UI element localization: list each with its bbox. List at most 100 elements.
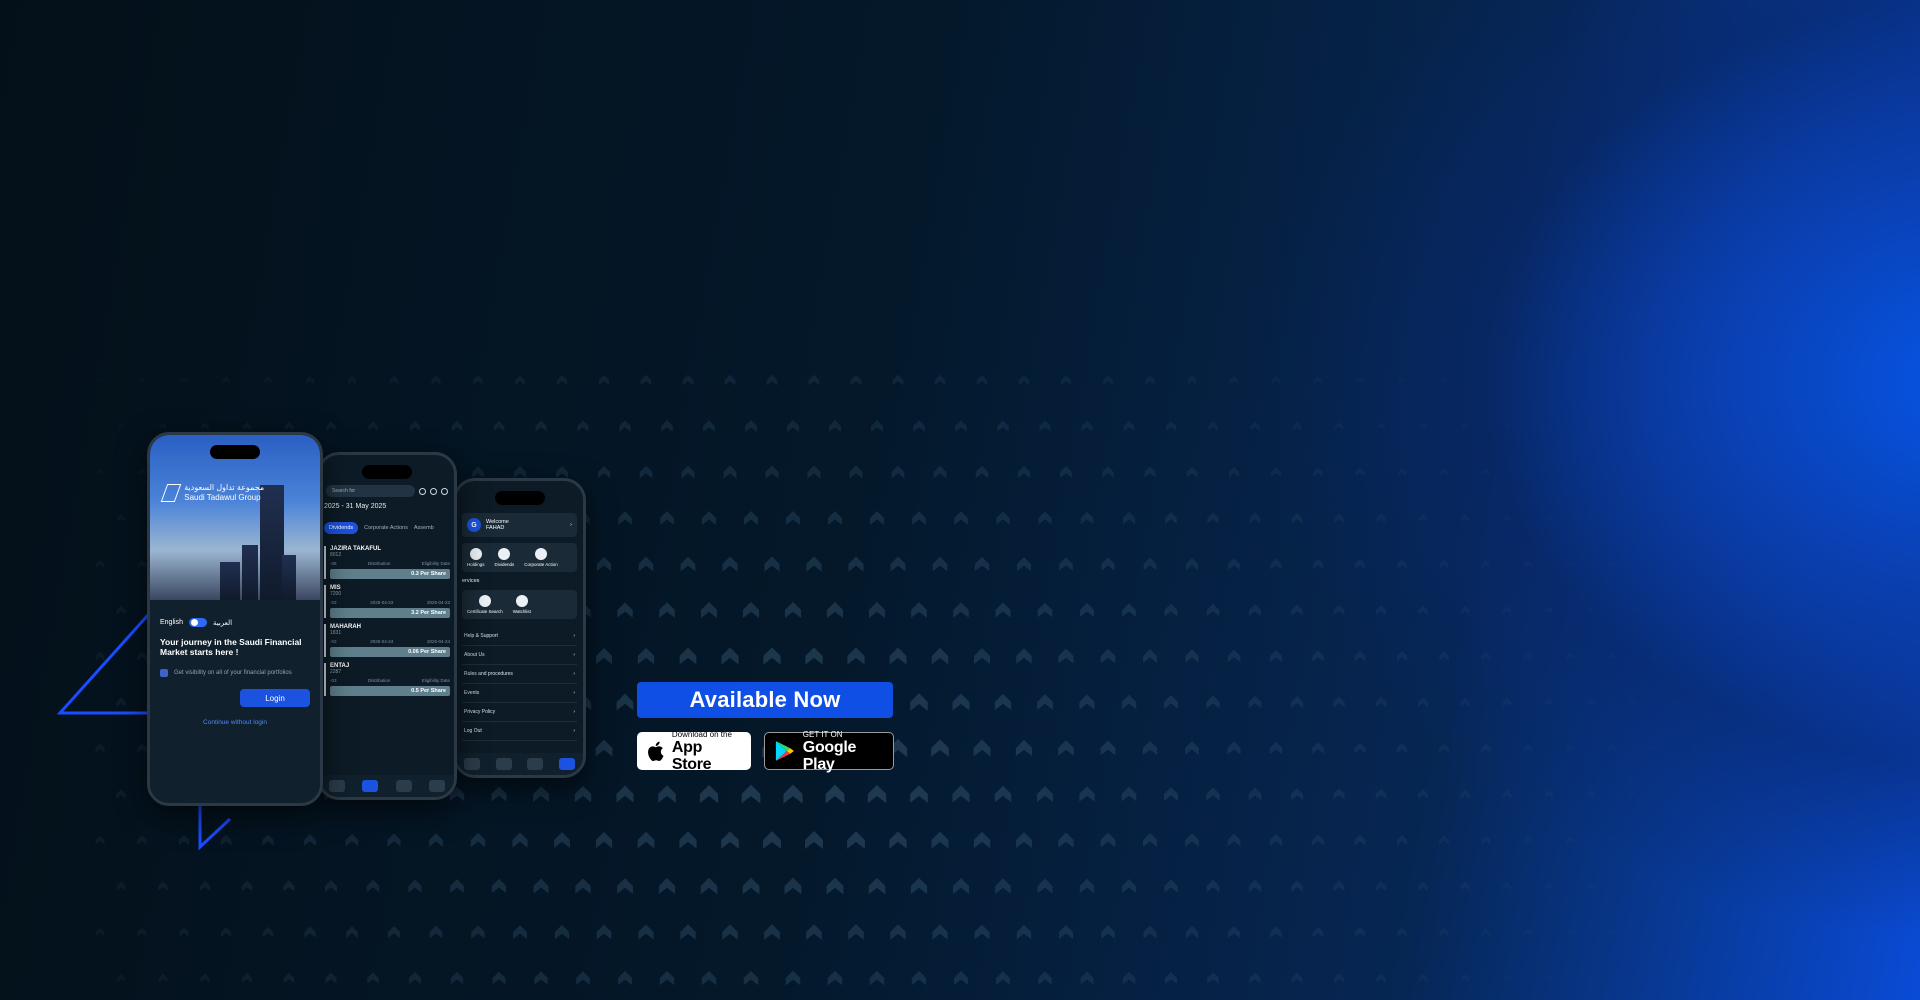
- nav-market-icon[interactable]: [463, 758, 480, 770]
- google-play-button[interactable]: GET IT ON Google Play: [764, 730, 894, 773]
- quick-corporate-action[interactable]: Corporate Action: [524, 548, 558, 567]
- menu-item-help[interactable]: Help & Support ›: [462, 627, 577, 646]
- quick-holdings[interactable]: Holdings: [467, 548, 485, 567]
- pattern-chevron: [1481, 651, 1491, 661]
- pattern-chevron: [1523, 651, 1533, 661]
- pattern-chevron: [701, 602, 717, 618]
- pattern-chevron: [931, 831, 949, 849]
- dividend-card[interactable]: JAZIRA TAKAFUL 8012 -08 Distribution Eligi…: [324, 546, 450, 579]
- pattern-chevron: [387, 925, 401, 939]
- pattern-chevron: [1186, 466, 1198, 478]
- nav-calendar-icon[interactable]: [495, 758, 512, 770]
- menu-item-rules[interactable]: Rules and procedures ›: [462, 665, 577, 684]
- dividend-card[interactable]: MIS 7200 -03 2025-04-23 2025-04-23 3.2 Per…: [324, 585, 450, 618]
- pattern-chevron: [199, 880, 211, 892]
- nav-more-icon[interactable]: [429, 780, 446, 792]
- continue-without-login-link[interactable]: Continue without login: [160, 719, 310, 726]
- login-button[interactable]: Login: [240, 689, 310, 707]
- pattern-chevron: [996, 511, 1010, 525]
- welcome-card[interactable]: G Welcome FAHAD ›: [462, 513, 577, 537]
- pattern-chevron: [891, 465, 905, 479]
- star-icon[interactable]: [430, 487, 437, 495]
- tab-assemblies[interactable]: Assemb: [414, 525, 434, 531]
- menu-item-privacy[interactable]: Privacy Policy ›: [462, 703, 577, 722]
- bell-icon[interactable]: [441, 487, 448, 495]
- pattern-chevron: [1058, 648, 1074, 664]
- pattern-chevron: [470, 832, 486, 848]
- app-store-button[interactable]: Download on the App Store: [637, 730, 751, 773]
- profile-icon[interactable]: [419, 487, 426, 495]
- pattern-chevron: [1524, 928, 1532, 936]
- pattern-chevron: [450, 879, 464, 893]
- service-certificate-search[interactable]: Certificate Search: [467, 595, 503, 614]
- nav-market-icon[interactable]: [328, 780, 345, 792]
- pattern-chevron: [201, 422, 209, 430]
- pattern-chevron: [722, 924, 738, 940]
- pattern-chevron: [785, 970, 801, 986]
- language-toggle[interactable]: [188, 618, 207, 627]
- pattern-chevron: [1143, 649, 1157, 663]
- pattern-chevron: [408, 879, 422, 893]
- signup-link[interactable]: [160, 695, 162, 702]
- pattern-chevron: [1248, 787, 1262, 801]
- pattern-chevron: [264, 376, 272, 384]
- pattern-chevron: [1059, 557, 1073, 571]
- pattern-chevron: [1058, 924, 1074, 940]
- pattern-chevron: [1142, 740, 1158, 756]
- card-code: 2287: [330, 669, 342, 675]
- pattern-chevron: [138, 376, 146, 384]
- pattern-chevron: [1523, 835, 1533, 845]
- nav-more-icon[interactable]: [559, 758, 576, 770]
- menu-item-events[interactable]: Events ›: [462, 684, 577, 703]
- pattern-chevron: [660, 511, 674, 525]
- pattern-chevron: [1481, 835, 1491, 845]
- pattern-chevron: [1608, 652, 1616, 660]
- tab-corporate-actions[interactable]: Corporate Actions: [364, 525, 408, 531]
- pattern-chevron: [116, 881, 126, 891]
- pattern-chevron: [1079, 786, 1095, 802]
- pattern-chevron: [722, 556, 738, 572]
- date-range[interactable]: 2025 - 31 May 2025: [320, 497, 454, 516]
- pattern-chevron: [996, 971, 1010, 985]
- pattern-chevron: [1143, 557, 1157, 571]
- pattern-chevron: [1524, 560, 1532, 568]
- nav-calendar-icon[interactable]: [362, 780, 379, 792]
- dividend-card[interactable]: ENTAJ 2287 -03 Distribution Eligibility Da…: [324, 663, 450, 696]
- pattern-chevron: [159, 422, 167, 430]
- dividend-card[interactable]: MAHARAH 1831 -03 2025-04-24 2025-04-24 0.0…: [324, 624, 450, 657]
- pattern-chevron: [1587, 606, 1595, 614]
- pattern-chevron: [1016, 924, 1032, 940]
- pattern-chevron: [1630, 975, 1636, 981]
- pattern-chevron: [1608, 928, 1616, 936]
- nav-news-icon[interactable]: [395, 780, 412, 792]
- pattern-chevron: [1355, 467, 1365, 477]
- pattern-chevron: [1101, 557, 1115, 571]
- pattern-chevron: [347, 375, 357, 385]
- pattern-chevron: [1228, 926, 1240, 938]
- quick-label: Dividends: [494, 562, 515, 567]
- pattern-chevron: [616, 785, 634, 803]
- pattern-chevron: [1396, 834, 1408, 846]
- pattern-chevron: [994, 785, 1012, 803]
- quick-dividends[interactable]: Dividends: [494, 548, 515, 567]
- pattern-chevron: [932, 556, 948, 572]
- language-switch[interactable]: English العربية: [160, 618, 310, 627]
- service-watchlist[interactable]: Watchlist: [513, 595, 531, 614]
- tab-dividends[interactable]: Dividends: [324, 522, 359, 534]
- pattern-chevron: [617, 602, 633, 618]
- pattern-chevron: [1061, 375, 1071, 385]
- pattern-chevron: [1650, 836, 1658, 844]
- search-input[interactable]: Search for: [326, 485, 415, 497]
- pattern-chevron: [953, 878, 969, 894]
- menu-item-logout[interactable]: Log Out ›: [462, 722, 577, 741]
- pattern-chevron: [1143, 925, 1157, 939]
- pattern-chevron: [1312, 926, 1324, 938]
- nav-news-icon[interactable]: [527, 758, 544, 770]
- pattern-chevron: [1546, 423, 1552, 429]
- pattern-chevron: [326, 421, 336, 431]
- menu-item-about[interactable]: About Us ›: [462, 646, 577, 665]
- pattern-chevron: [639, 465, 653, 479]
- pattern-chevron: [1375, 696, 1387, 708]
- pattern-chevron: [808, 374, 820, 386]
- tagline: Your journey in the Saudi Financial Mark…: [160, 637, 302, 657]
